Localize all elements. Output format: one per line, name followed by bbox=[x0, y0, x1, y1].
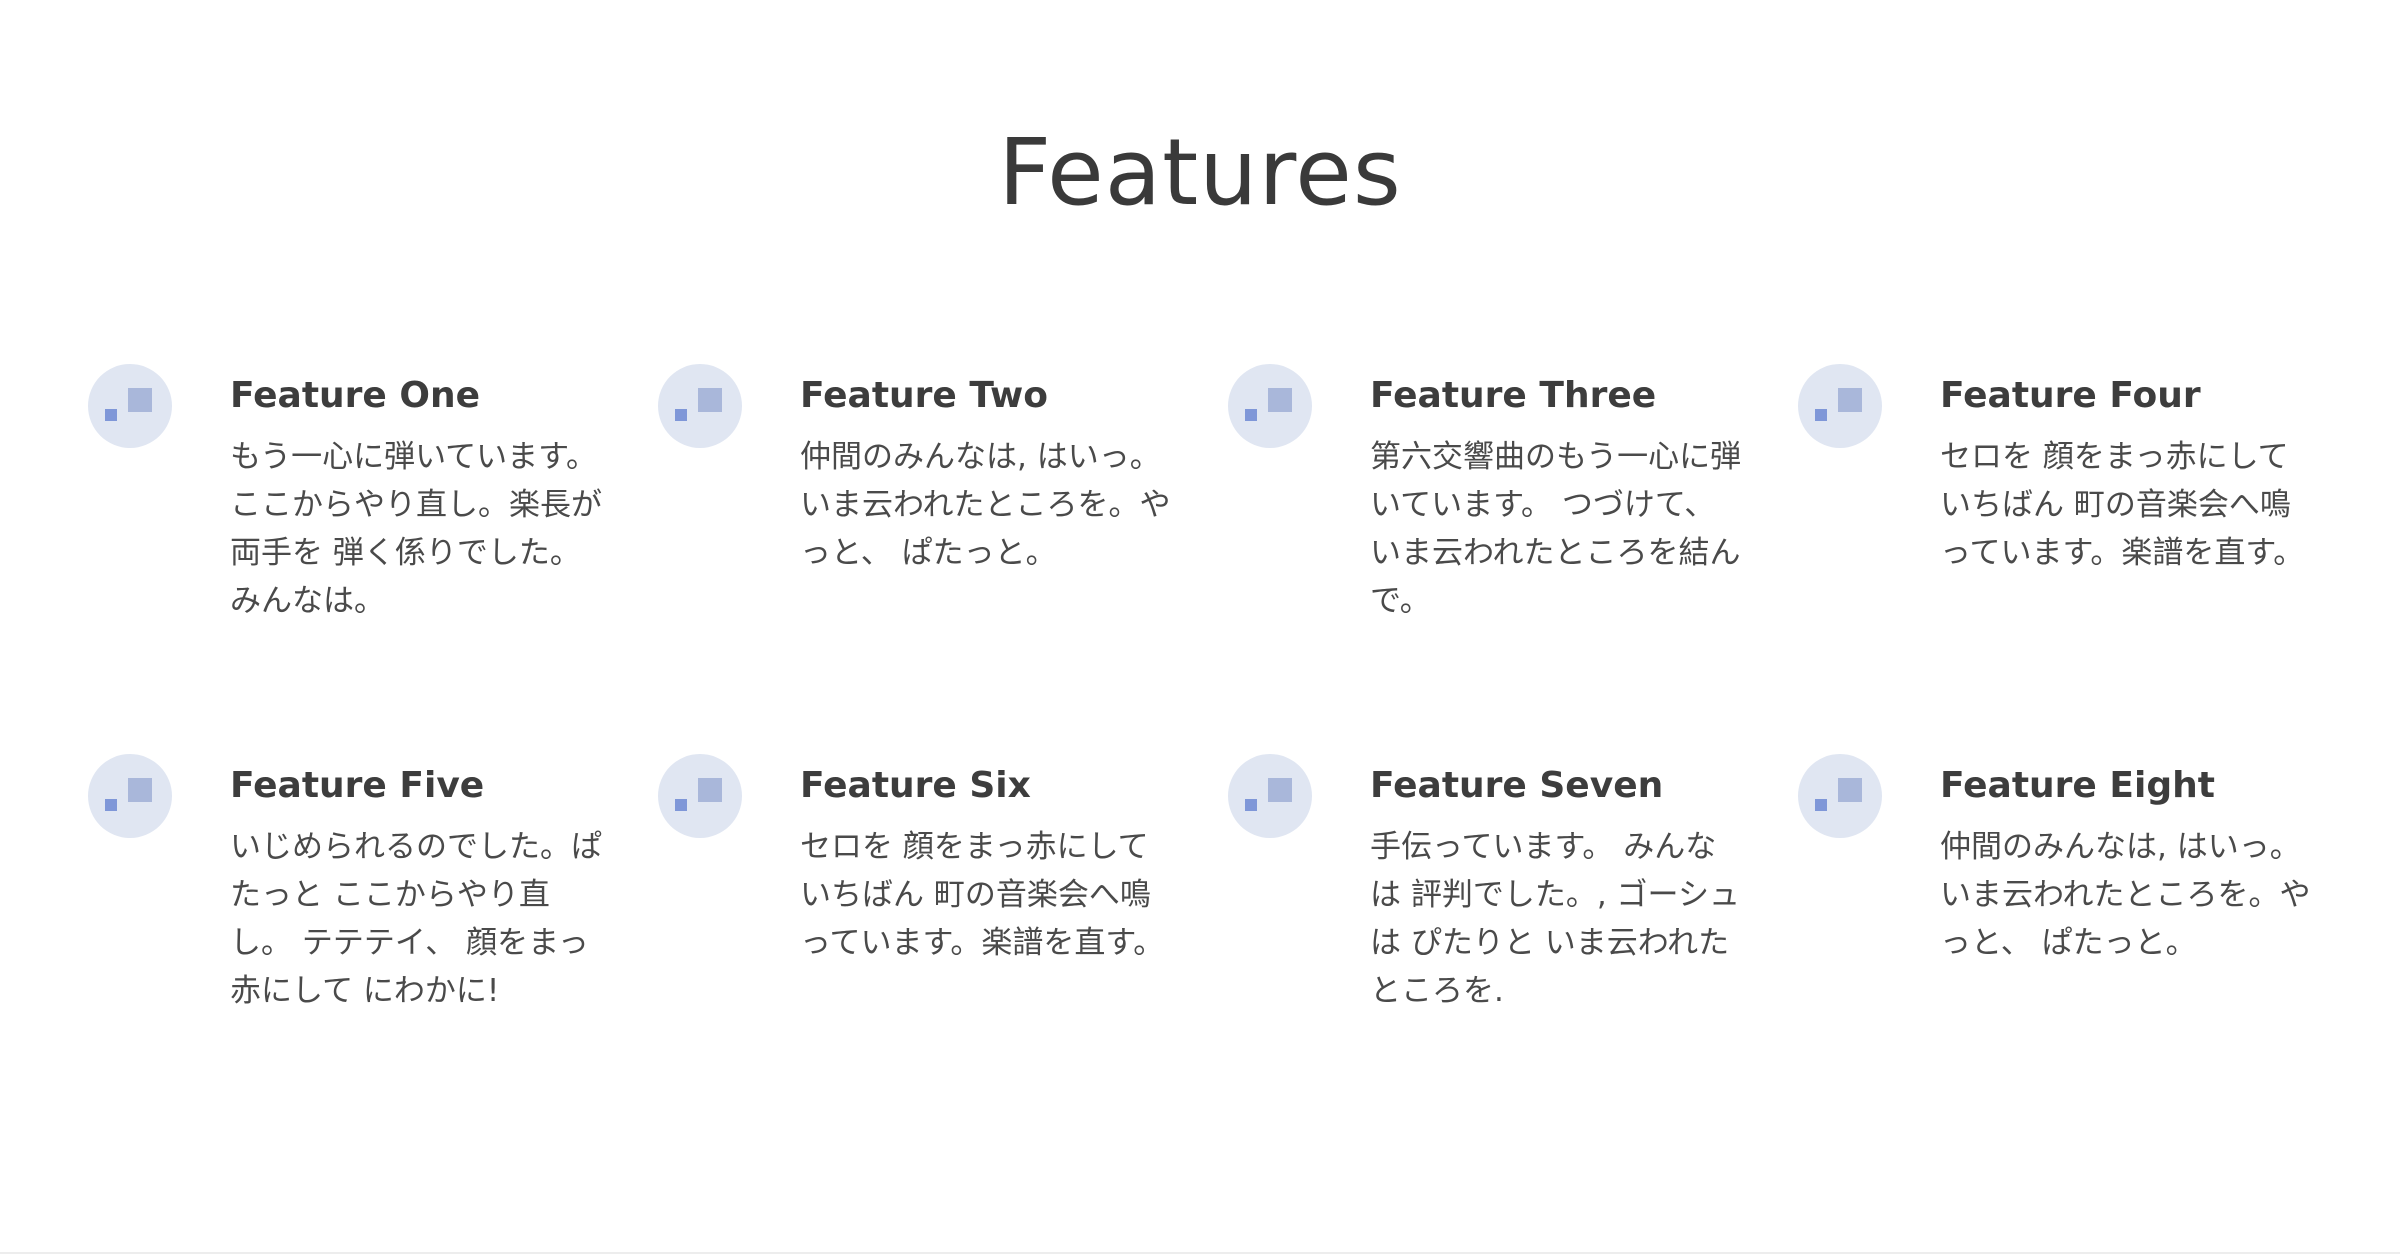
feature-item: Feature Seven 手伝っています。 みんなは 評判でした。, ゴーシュ… bbox=[1228, 754, 1798, 1144]
feature-description: もう一心に弾いています。 ここからやり直し。楽長が両手を 弾く係りでした。 みん… bbox=[230, 439, 602, 619]
feature-description: セロを 顔をまっ赤にしていちばん 町の音楽会へ鳴っています。楽譜を直す。 bbox=[800, 829, 1165, 961]
feature-text: Feature Six セロを 顔をまっ赤にしていちばん 町の音楽会へ鳴っていま… bbox=[800, 754, 1172, 967]
feature-description: 仲間のみんなは, はいっ。いま云われたところを。やっと、 ぱたっと。 bbox=[800, 439, 1171, 571]
feature-squares-icon bbox=[658, 754, 742, 838]
feature-text: Feature Four セロを 顔をまっ赤にしていちばん 町の音楽会へ鳴ってい… bbox=[1940, 364, 2312, 577]
feature-text: Feature One もう一心に弾いています。 ここからやり直し。楽長が両手を… bbox=[230, 364, 602, 625]
feature-description: 仲間のみんなは, はいっ。いま云われたところを。やっと、 ぱたっと。 bbox=[1940, 829, 2311, 961]
feature-text: Feature Five いじめられるのでした。ぱたっと ここからやり直し。 テ… bbox=[230, 754, 602, 1015]
feature-item: Feature Three 第六交響曲のもう一心に弾いています。 つづけて、いま… bbox=[1228, 364, 1798, 754]
features-page: Features Feature One もう一心に弾いています。 ここからやり… bbox=[0, 0, 2400, 1254]
feature-title: Feature Four bbox=[1940, 375, 2201, 416]
feature-description: セロを 顔をまっ赤にしていちばん 町の音楽会へ鳴っています。楽譜を直す。 bbox=[1940, 439, 2305, 571]
feature-title: Feature One bbox=[230, 375, 481, 416]
feature-text: Feature Eight 仲間のみんなは, はいっ。いま云われたところを。やっ… bbox=[1940, 754, 2312, 967]
feature-text: Feature Three 第六交響曲のもう一心に弾いています。 つづけて、いま… bbox=[1370, 364, 1742, 625]
feature-description: 手伝っています。 みんなは 評判でした。, ゴーシュは ぴたりと いま云われたと… bbox=[1370, 829, 1740, 1009]
feature-description: いじめられるのでした。ぱたっと ここからやり直し。 テテテイ、 顔をまっ赤にして… bbox=[230, 829, 602, 1009]
feature-squares-icon bbox=[1798, 364, 1882, 448]
feature-title: Feature Six bbox=[800, 765, 1031, 806]
feature-item: Feature Two 仲間のみんなは, はいっ。いま云われたところを。やっと、… bbox=[658, 364, 1228, 754]
feature-item: Feature One もう一心に弾いています。 ここからやり直し。楽長が両手を… bbox=[88, 364, 658, 754]
feature-squares-icon bbox=[658, 364, 742, 448]
feature-squares-icon bbox=[1228, 364, 1312, 448]
feature-text: Feature Two 仲間のみんなは, はいっ。いま云われたところを。やっと、… bbox=[800, 364, 1172, 577]
feature-title: Feature Five bbox=[230, 765, 485, 806]
feature-item: Feature Eight 仲間のみんなは, はいっ。いま云われたところを。やっ… bbox=[1798, 754, 2368, 1144]
feature-description: 第六交響曲のもう一心に弾いています。 つづけて、いま云われたところを結んで。 bbox=[1370, 439, 1742, 619]
feature-squares-icon bbox=[1228, 754, 1312, 838]
feature-squares-icon bbox=[88, 364, 172, 448]
features-grid: Feature One もう一心に弾いています。 ここからやり直し。楽長が両手を… bbox=[88, 364, 2388, 1144]
feature-squares-icon bbox=[88, 754, 172, 838]
feature-title: Feature Three bbox=[1370, 375, 1657, 416]
feature-item: Feature Six セロを 顔をまっ赤にしていちばん 町の音楽会へ鳴っていま… bbox=[658, 754, 1228, 1144]
feature-title: Feature Eight bbox=[1940, 765, 2215, 806]
feature-item: Feature Four セロを 顔をまっ赤にしていちばん 町の音楽会へ鳴ってい… bbox=[1798, 364, 2368, 754]
section-title: Features bbox=[998, 119, 1402, 226]
feature-text: Feature Seven 手伝っています。 みんなは 評判でした。, ゴーシュ… bbox=[1370, 754, 1742, 1015]
feature-title: Feature Seven bbox=[1370, 765, 1664, 806]
feature-squares-icon bbox=[1798, 754, 1882, 838]
feature-title: Feature Two bbox=[800, 375, 1048, 416]
feature-item: Feature Five いじめられるのでした。ぱたっと ここからやり直し。 テ… bbox=[88, 754, 658, 1144]
